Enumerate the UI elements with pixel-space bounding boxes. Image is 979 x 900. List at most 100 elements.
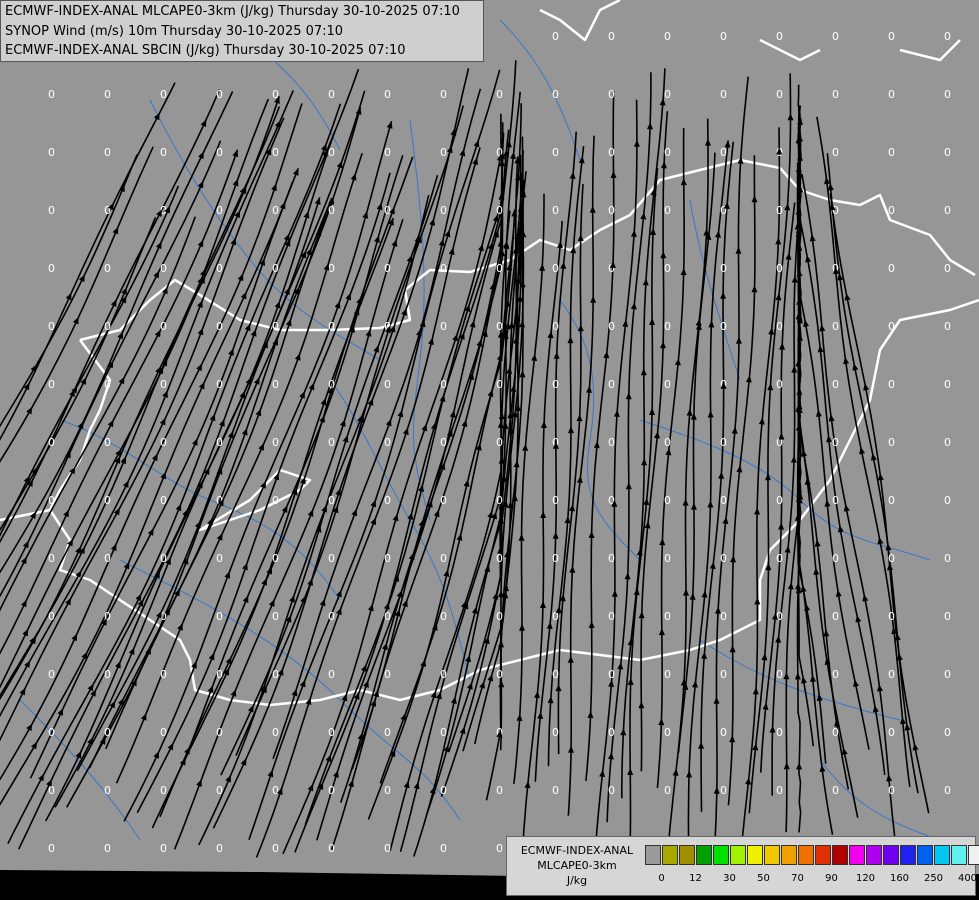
sbcin-value: 0	[776, 378, 783, 391]
sbcin-value: 0	[440, 610, 447, 623]
legend-unit: J/kg	[566, 874, 588, 887]
legend-tick-label: 0	[658, 873, 665, 884]
sbcin-value: 0	[720, 436, 727, 449]
sbcin-value: 0	[384, 552, 391, 565]
sbcin-value: 0	[104, 262, 111, 275]
legend-tick-label: 160	[889, 873, 910, 884]
sbcin-value: 0	[832, 494, 839, 507]
sbcin-value: 0	[440, 494, 447, 507]
sbcin-value: 0	[664, 784, 671, 797]
sbcin-value: 0	[608, 146, 615, 159]
sbcin-value: 0	[272, 784, 279, 797]
sbcin-value: 0	[104, 378, 111, 391]
legend-swatch-6	[747, 845, 763, 865]
sbcin-value: 0	[776, 320, 783, 333]
legend-tick-label: 12	[689, 873, 702, 884]
sbcin-value: 0	[944, 668, 951, 681]
legend-swatch-15	[900, 845, 916, 865]
sbcin-value: 0	[160, 88, 167, 101]
sbcin-value: 0	[720, 262, 727, 275]
sbcin-value: 0	[552, 320, 559, 333]
legend-swatch-7	[764, 845, 780, 865]
legend-swatch-4	[713, 845, 729, 865]
sbcin-value: 0	[48, 320, 55, 333]
sbcin-value: 0	[48, 88, 55, 101]
color-legend: ECMWF-INDEX-ANAL MLCAPE0-3km J/kg 0 12 30 5…	[506, 836, 979, 896]
sbcin-value: 0	[216, 552, 223, 565]
sbcin-value: 0	[832, 668, 839, 681]
sbcin-value: 0	[104, 552, 111, 565]
weather-map[interactable]: 0 0 0 0 0 0 0 0 0 0 0 0 0 0 0 0 0 0 0 0 0 0 0 0 0 0 0 0 0 0 0 0 0 0 0 0 0 0 0 0…	[0, 0, 979, 900]
sbcin-value: 0	[720, 784, 727, 797]
sbcin-value: 0	[216, 610, 223, 623]
sbcin-value: 0	[608, 610, 615, 623]
sbcin-value: 0	[888, 378, 895, 391]
sbcin-value: 0	[384, 784, 391, 797]
sbcin-value: 0	[888, 784, 895, 797]
sbcin-value: 0	[216, 842, 223, 855]
sbcin-value: 0	[440, 262, 447, 275]
sbcin-value: 0	[272, 378, 279, 391]
sbcin-value: 0	[104, 204, 111, 217]
sbcin-value: 0	[328, 436, 335, 449]
sbcin-value: 0	[552, 784, 559, 797]
sbcin-value: 0	[608, 668, 615, 681]
sbcin-value: 0	[888, 726, 895, 739]
sbcin-value: 0	[496, 842, 503, 855]
sbcin-value: 0	[160, 494, 167, 507]
sbcin-value: 0	[384, 204, 391, 217]
sbcin-value: 0	[160, 842, 167, 855]
sbcin-value: 0	[384, 726, 391, 739]
sbcin-value: 0	[552, 146, 559, 159]
sbcin-value: 0	[216, 204, 223, 217]
title-line-synop-wind: SYNOP Wind (m/s) 10m Thursday 30-10-2025…	[5, 23, 344, 39]
sbcin-value: 0	[272, 262, 279, 275]
sbcin-value: 0	[384, 842, 391, 855]
sbcin-value: 0	[888, 146, 895, 159]
sbcin-value: 0	[160, 726, 167, 739]
sbcin-value: 0	[664, 726, 671, 739]
sbcin-value: 0	[48, 668, 55, 681]
legend-swatch-16	[917, 845, 933, 865]
sbcin-value: 0	[216, 784, 223, 797]
sbcin-value: 0	[104, 146, 111, 159]
sbcin-value: 0	[272, 320, 279, 333]
sbcin-value: 0	[384, 494, 391, 507]
sbcin-value: 0	[48, 494, 55, 507]
sbcin-value: 0	[328, 842, 335, 855]
legend-swatch-2	[679, 845, 695, 865]
sbcin-value: 0	[272, 204, 279, 217]
sbcin-value: 0	[944, 204, 951, 217]
sbcin-value: 0	[608, 30, 615, 43]
legend-swatch-17	[934, 845, 950, 865]
sbcin-value: 0	[160, 378, 167, 391]
legend-tick-label: 120	[855, 873, 876, 884]
sbcin-value: 0	[608, 320, 615, 333]
sbcin-value: 0	[776, 494, 783, 507]
legend-swatch-12	[849, 845, 865, 865]
sbcin-value: 0	[832, 436, 839, 449]
sbcin-value: 0	[272, 436, 279, 449]
legend-tick-label: 400	[957, 873, 978, 884]
sbcin-value: 0	[496, 262, 503, 275]
sbcin-value: 0	[720, 320, 727, 333]
sbcin-value: 0	[48, 552, 55, 565]
sbcin-value: 0	[608, 726, 615, 739]
sbcin-value: 0	[664, 552, 671, 565]
sbcin-value: 0	[664, 494, 671, 507]
legend-swatch-18	[951, 845, 967, 865]
sbcin-value: 0	[888, 668, 895, 681]
legend-tick-label: 250	[923, 873, 944, 884]
sbcin-value: 0	[328, 320, 335, 333]
sbcin-value: 0	[104, 88, 111, 101]
sbcin-value: 0	[384, 610, 391, 623]
sbcin-value: 0	[160, 552, 167, 565]
sbcin-value: 0	[104, 784, 111, 797]
sbcin-value: 0	[608, 784, 615, 797]
sbcin-value: 0	[552, 262, 559, 275]
sbcin-value: 0	[832, 88, 839, 101]
sbcin-value: 0	[552, 668, 559, 681]
sbcin-value: 0	[216, 436, 223, 449]
sbcin-value: 0	[160, 784, 167, 797]
sbcin-value: 0	[104, 494, 111, 507]
